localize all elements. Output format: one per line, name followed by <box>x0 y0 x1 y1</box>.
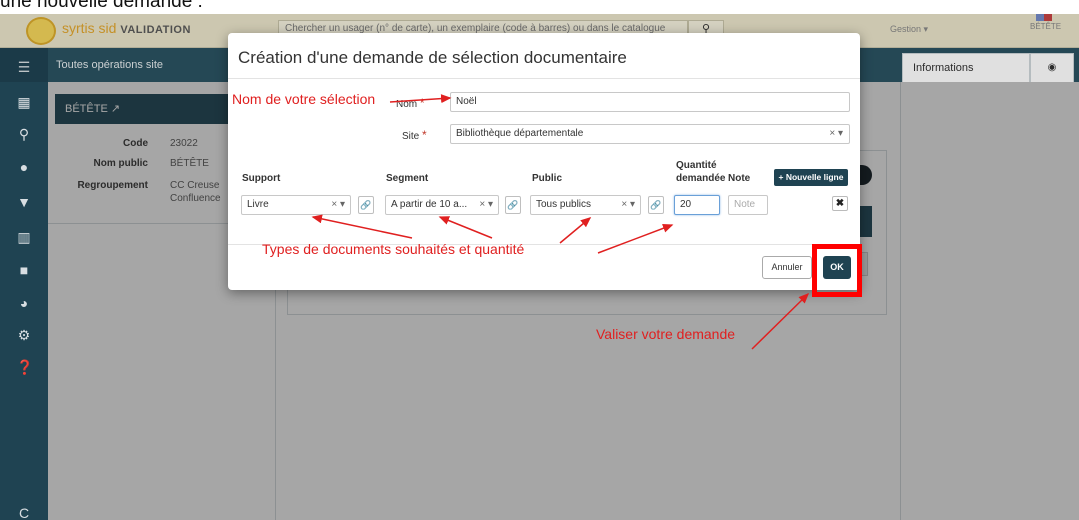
arrow-support <box>311 214 413 239</box>
arrow-public <box>559 217 592 244</box>
arrow-segment <box>438 216 493 239</box>
arrow-nom <box>389 94 452 104</box>
arrow-valider <box>751 292 810 350</box>
screen: une nouvelle demande : syrtis sid VALIDA… <box>0 0 1079 520</box>
annotation-arrows <box>311 94 810 350</box>
arrow-quantite <box>597 223 674 254</box>
